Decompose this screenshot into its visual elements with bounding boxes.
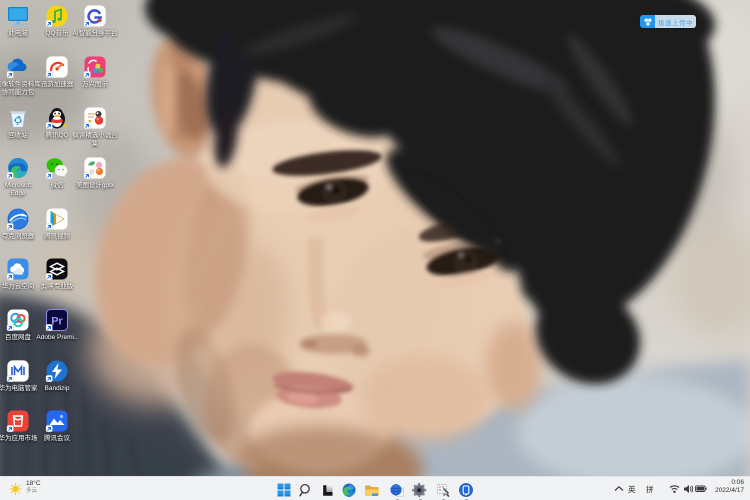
- svg-text:Pr: Pr: [51, 316, 63, 328]
